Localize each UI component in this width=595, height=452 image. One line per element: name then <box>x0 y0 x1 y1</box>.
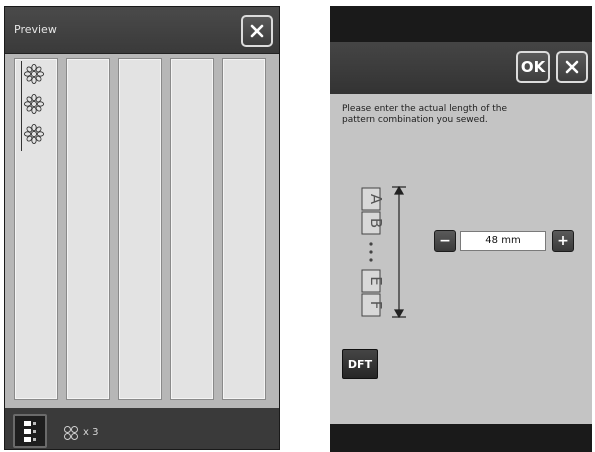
stitch-preview-area <box>5 54 279 408</box>
close-icon <box>250 24 264 38</box>
stitch-line <box>21 61 22 151</box>
preview-title: Preview <box>14 23 57 36</box>
decrease-length-button[interactable]: − <box>434 230 456 252</box>
preview-close-button[interactable] <box>241 15 273 47</box>
preview-bottom-bar: x 3 <box>5 408 279 449</box>
increase-length-button[interactable]: + <box>552 230 574 252</box>
dialog-body: Please enter the actual length of the pa… <box>330 94 592 424</box>
letter-a: A <box>367 194 385 205</box>
pattern-repeat-icon <box>64 426 78 440</box>
stitch-layout-icon <box>24 421 36 442</box>
preview-column <box>118 58 162 400</box>
length-value-field[interactable]: 48 mm <box>460 231 546 251</box>
instruction-text: Please enter the actual length of the pa… <box>342 104 507 125</box>
ok-button[interactable]: OK <box>516 51 550 83</box>
letter-f: F <box>367 301 385 310</box>
preview-titlebar: Preview <box>5 7 279 54</box>
default-button[interactable]: DFT <box>342 349 378 379</box>
repeat-count: x 3 <box>83 427 99 438</box>
dialog-titlebar <box>330 42 592 94</box>
preview-column <box>14 58 58 400</box>
close-icon <box>565 60 579 74</box>
preview-panel: Preview x 3 <box>4 6 280 450</box>
layout-toggle-button[interactable] <box>13 414 47 448</box>
letter-e: E <box>367 276 385 285</box>
flower-stitch-icon <box>23 93 45 115</box>
flower-stitch-icon <box>23 63 45 85</box>
preview-column <box>170 58 214 400</box>
preview-column <box>222 58 266 400</box>
flower-stitch-icon <box>23 123 45 145</box>
dialog-bottom-bar <box>330 424 592 452</box>
letter-b: B <box>367 218 385 228</box>
length-dialog-panel: OK Please enter the actual length of the… <box>330 6 592 452</box>
dialog-close-button[interactable] <box>556 51 588 83</box>
preview-column <box>66 58 110 400</box>
pattern-length-icon: A B E F <box>361 186 406 318</box>
